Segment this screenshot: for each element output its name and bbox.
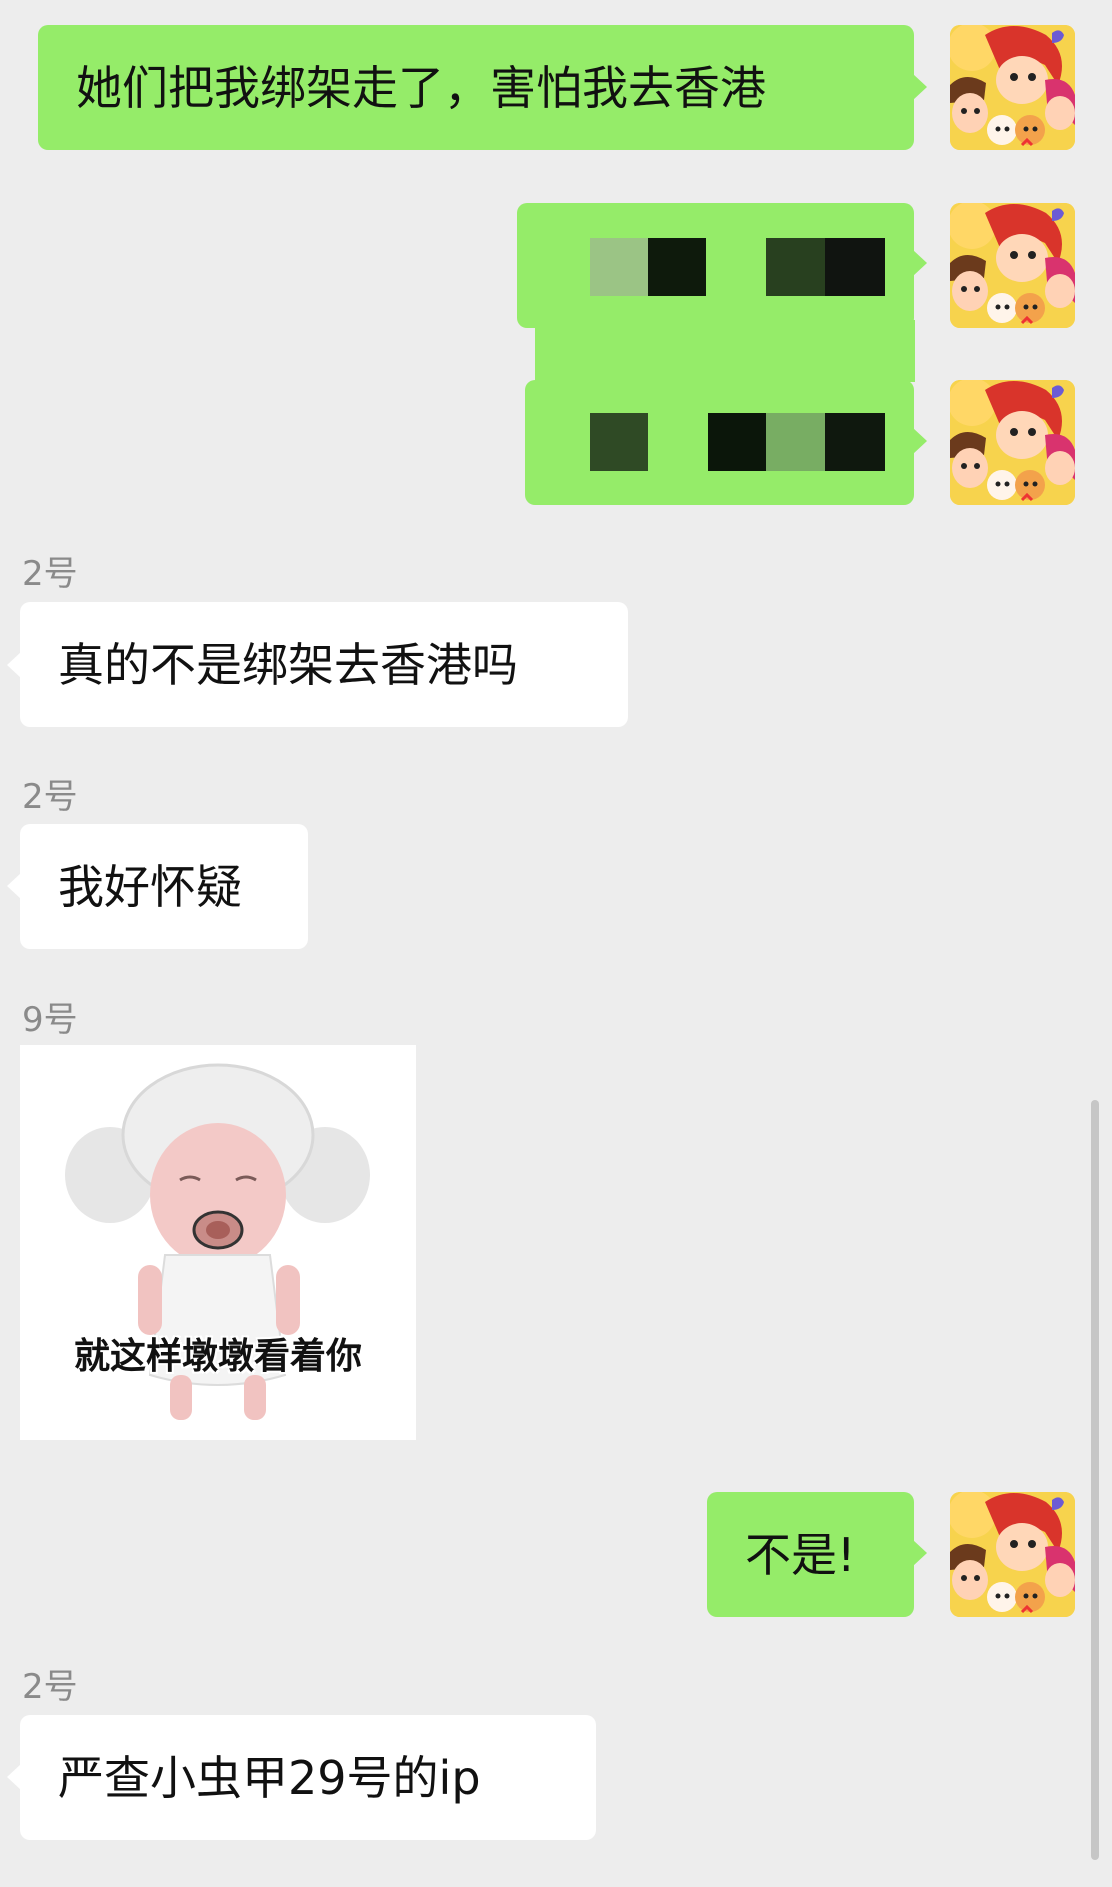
my-avatar[interactable] bbox=[950, 380, 1075, 505]
message-text: 我好怀疑 bbox=[58, 859, 242, 914]
sticker-image[interactable]: 就这样墩墩看着你 bbox=[20, 1045, 416, 1440]
censored-pixel-block bbox=[590, 238, 648, 296]
incoming-message-bubble[interactable]: 严查小虫甲29号的ip bbox=[20, 1715, 596, 1840]
outgoing-message-bubble[interactable]: 不是! bbox=[707, 1492, 914, 1617]
avatar-image bbox=[950, 380, 1075, 505]
my-avatar[interactable] bbox=[950, 1492, 1075, 1617]
message-text: 真的不是绑架去香港吗 bbox=[58, 637, 518, 692]
outgoing-message-bubble[interactable]: 她们把我绑架走了，害怕我去香港 bbox=[38, 25, 914, 150]
my-avatar[interactable] bbox=[950, 25, 1075, 150]
bubble-tail bbox=[7, 873, 21, 899]
censored-pixel-block bbox=[825, 238, 885, 296]
sender-name: 2号 bbox=[22, 1667, 78, 1707]
sticker-caption: 就这样墩墩看着你 bbox=[73, 1336, 362, 1377]
bubble-tail bbox=[913, 250, 927, 276]
bubble-tail bbox=[7, 1764, 21, 1790]
sticker-baby-illustration bbox=[20, 1045, 416, 1440]
incoming-message-bubble[interactable]: 真的不是绑架去香港吗 bbox=[20, 602, 628, 727]
censored-pixel-block bbox=[766, 413, 825, 471]
censored-pixel-block bbox=[590, 413, 648, 471]
avatar-image bbox=[950, 203, 1075, 328]
sender-name: 2号 bbox=[22, 554, 78, 594]
bubble-tail bbox=[7, 652, 21, 678]
chat-scrollbar[interactable] bbox=[1091, 1100, 1099, 1860]
message-text: 她们把我绑架走了，害怕我去香港 bbox=[76, 60, 766, 115]
censored-pixel-block bbox=[708, 413, 766, 471]
my-avatar[interactable] bbox=[950, 203, 1075, 328]
censored-pixel-block bbox=[825, 413, 885, 471]
censor-blur-region bbox=[535, 320, 915, 382]
avatar-image bbox=[950, 1492, 1075, 1617]
incoming-message-bubble[interactable]: 我好怀疑 bbox=[20, 824, 308, 949]
avatar-image bbox=[950, 25, 1075, 150]
bubble-tail bbox=[913, 1540, 927, 1566]
bubble-tail bbox=[913, 74, 927, 100]
censored-pixel-block bbox=[648, 238, 706, 296]
message-text: 严查小虫甲29号的ip bbox=[58, 1750, 481, 1805]
sender-name: 2号 bbox=[22, 777, 78, 817]
sender-name: 9号 bbox=[22, 1000, 78, 1040]
bubble-tail bbox=[913, 428, 927, 454]
censored-pixel-block bbox=[766, 238, 825, 296]
message-text: 不是! bbox=[745, 1527, 856, 1582]
